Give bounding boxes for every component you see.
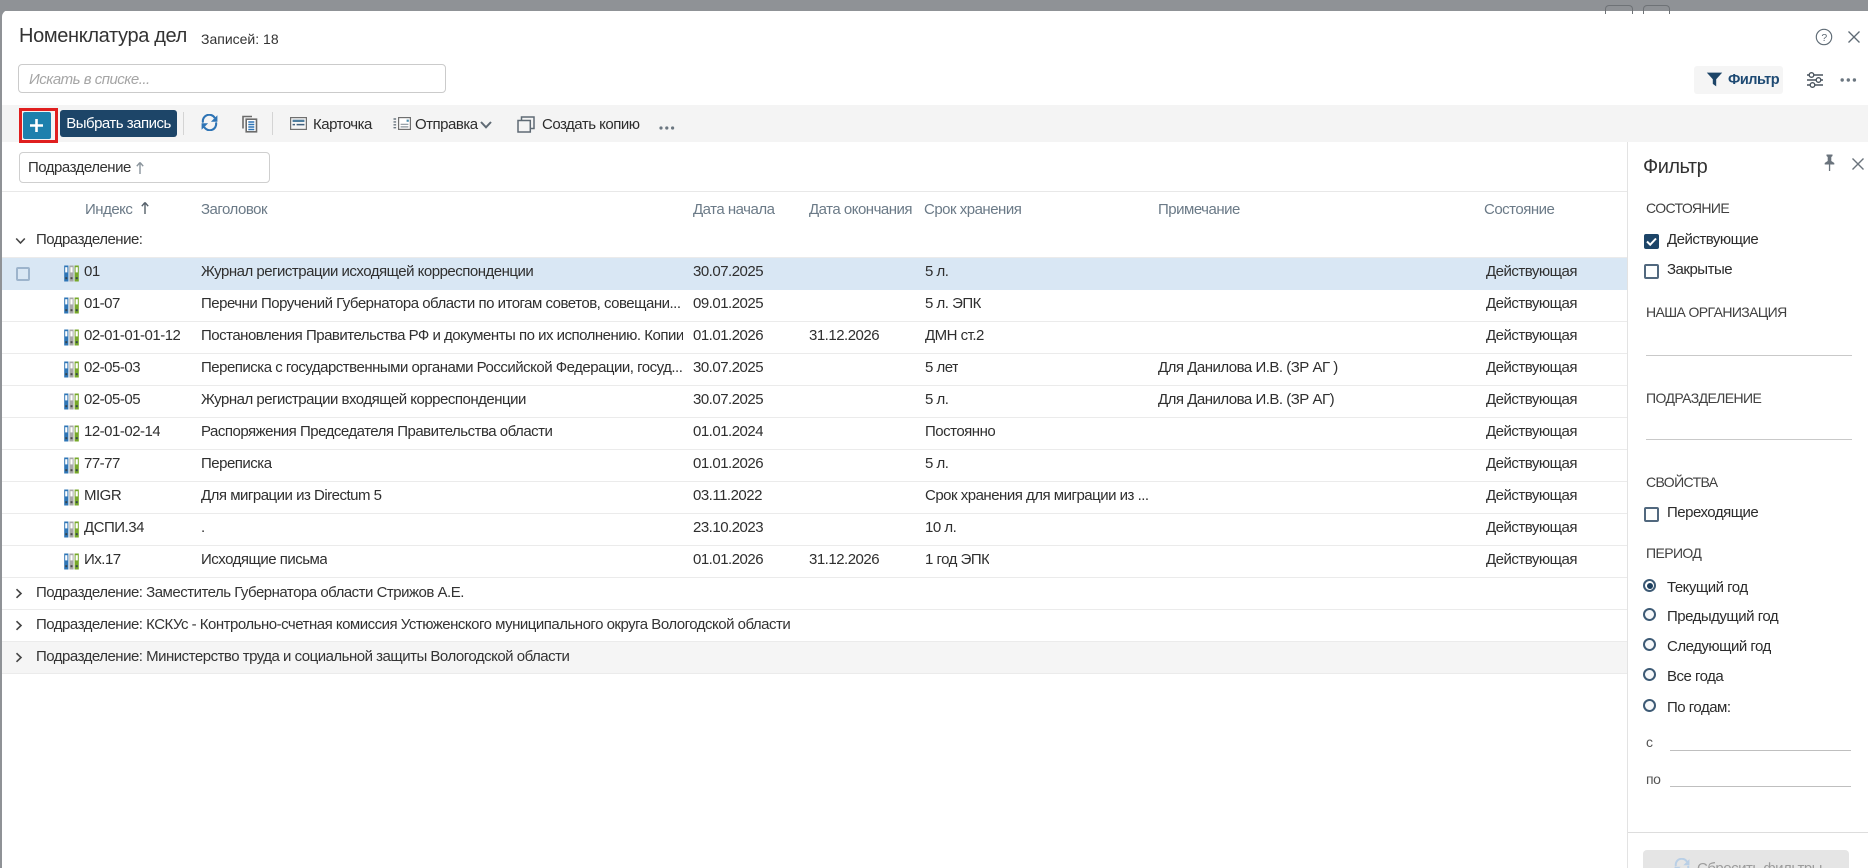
svg-text:?: ? (1821, 32, 1827, 44)
